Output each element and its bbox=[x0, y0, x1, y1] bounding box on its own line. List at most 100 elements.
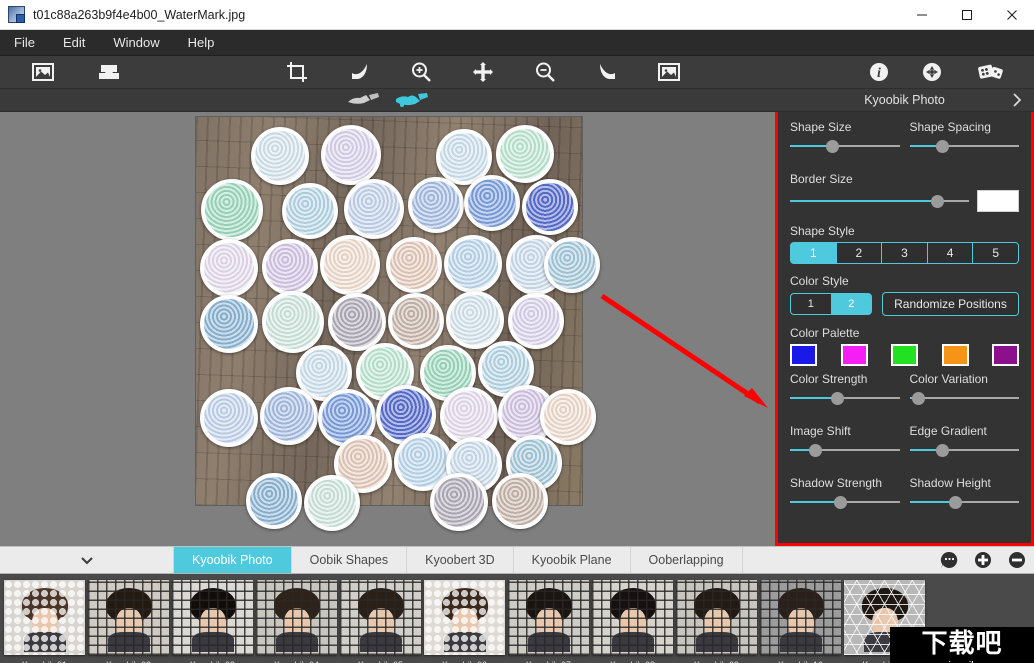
slider-knob[interactable] bbox=[912, 392, 926, 405]
list-item[interactable]: Kyoobik-06 bbox=[424, 580, 505, 663]
grid-pattern-overlay bbox=[676, 580, 757, 655]
shape-style-option-3[interactable]: 3 bbox=[881, 242, 927, 264]
color-palette-row bbox=[790, 344, 1019, 366]
tab-ooberlapping[interactable]: Ooberlapping bbox=[631, 547, 743, 573]
shape-style-option-5[interactable]: 5 bbox=[972, 242, 1019, 264]
image-shift-edge-gradient-group: Image Shift Edge Gradient bbox=[790, 424, 1019, 468]
slider-knob[interactable] bbox=[936, 444, 950, 457]
shadow-height-group: Shadow Height bbox=[909, 476, 1019, 520]
palette-color-3[interactable] bbox=[891, 344, 918, 366]
photo-circle bbox=[430, 473, 488, 531]
shape-spacing-slider[interactable] bbox=[909, 138, 1019, 154]
fit-image-icon[interactable] bbox=[654, 57, 684, 87]
thumbnail-image[interactable] bbox=[676, 580, 757, 655]
redo-icon[interactable] bbox=[593, 57, 623, 87]
pan-move-icon[interactable] bbox=[468, 57, 498, 87]
brush-stroke-cyan-icon[interactable] bbox=[394, 92, 430, 114]
shape-spacing-group: Shape Spacing bbox=[909, 120, 1019, 164]
menu-item-file[interactable]: File bbox=[0, 30, 49, 56]
tab-kyoobik-plane[interactable]: Kyoobik Plane bbox=[514, 547, 631, 573]
list-item[interactable]: Kyoobik-01 bbox=[4, 580, 85, 663]
close-button[interactable] bbox=[989, 0, 1034, 30]
thumbnail-image[interactable] bbox=[256, 580, 337, 655]
photo-circle bbox=[260, 387, 318, 445]
shape-style-option-4[interactable]: 4 bbox=[926, 242, 973, 264]
slider-knob[interactable] bbox=[930, 195, 944, 208]
palette-color-1[interactable] bbox=[790, 344, 817, 366]
tab-kyoobik-photo[interactable]: Kyoobik Photo bbox=[174, 547, 292, 573]
border-size-slider[interactable] bbox=[790, 193, 969, 209]
image-canvas[interactable] bbox=[0, 112, 775, 546]
thumbnail-image[interactable] bbox=[4, 580, 85, 655]
effects-icon[interactable] bbox=[976, 57, 1006, 87]
list-item[interactable]: Kyoobik-04 bbox=[256, 580, 337, 663]
shape-size-slider[interactable] bbox=[790, 138, 900, 154]
shadow-strength-slider[interactable] bbox=[790, 494, 900, 510]
settings-icon[interactable] bbox=[917, 57, 947, 87]
tab-oobik-shapes[interactable]: Oobik Shapes bbox=[292, 547, 408, 573]
menu-item-help[interactable]: Help bbox=[174, 30, 229, 56]
photo-circle bbox=[304, 475, 360, 531]
shadow-height-slider[interactable] bbox=[909, 494, 1019, 510]
photo-circle bbox=[201, 179, 263, 241]
list-item[interactable]: Kyoobik-07 bbox=[508, 580, 589, 663]
edge-gradient-slider[interactable] bbox=[909, 442, 1019, 458]
palette-color-5[interactable] bbox=[992, 344, 1019, 366]
photo-circle bbox=[544, 237, 600, 293]
open-image-icon[interactable] bbox=[28, 57, 58, 87]
save-image-icon[interactable] bbox=[94, 57, 124, 87]
list-item[interactable]: Kyoobik-09 bbox=[676, 580, 757, 663]
menu-item-window[interactable]: Window bbox=[99, 30, 173, 56]
slider-knob[interactable] bbox=[831, 392, 845, 405]
color-style-option-1[interactable]: 1 bbox=[790, 293, 831, 315]
list-item[interactable]: Kyoobik-08 bbox=[592, 580, 673, 663]
thumbnail-image[interactable] bbox=[172, 580, 253, 655]
minimize-button[interactable] bbox=[899, 0, 944, 30]
preset-thumbnail-strip[interactable]: Kyoobik-01Kyoobik-02Kyoobik-03Kyoobik-04… bbox=[0, 574, 1034, 663]
menu-item-edit[interactable]: Edit bbox=[49, 30, 99, 56]
thumbnail-image[interactable] bbox=[592, 580, 673, 655]
thumbnail-image[interactable] bbox=[424, 580, 505, 655]
grid-pattern-overlay bbox=[340, 580, 421, 655]
undo-icon[interactable] bbox=[344, 57, 374, 87]
tab-kyoobert-3d[interactable]: Kyoobert 3D bbox=[407, 547, 514, 573]
shape-style-option-1[interactable]: 1 bbox=[790, 242, 836, 264]
brush-stroke-gray-icon[interactable] bbox=[346, 92, 382, 114]
palette-color-2[interactable] bbox=[840, 344, 868, 366]
slider-knob[interactable] bbox=[809, 444, 823, 457]
photo-circle bbox=[540, 389, 596, 445]
photo-circle bbox=[464, 175, 520, 231]
color-strength-variation-group: Color Strength Color Variation bbox=[790, 372, 1019, 416]
image-shift-slider[interactable] bbox=[790, 442, 900, 458]
zoom-in-icon[interactable] bbox=[406, 57, 436, 87]
dot-pattern-overlay bbox=[4, 580, 85, 655]
crop-icon[interactable] bbox=[282, 57, 312, 87]
info-icon[interactable]: i bbox=[864, 57, 894, 87]
add-preset-icon[interactable] bbox=[966, 547, 1000, 573]
randomize-positions-button[interactable]: Randomize Positions bbox=[882, 292, 1019, 316]
thumbnail-image[interactable] bbox=[88, 580, 169, 655]
thumbnail-image[interactable] bbox=[508, 580, 589, 655]
thumbnail-image[interactable] bbox=[760, 580, 841, 655]
random-preset-icon[interactable] bbox=[932, 547, 966, 573]
zoom-out-icon[interactable] bbox=[530, 57, 560, 87]
chevron-down-icon[interactable] bbox=[0, 547, 174, 573]
slider-knob[interactable] bbox=[949, 496, 963, 509]
color-variation-slider[interactable] bbox=[909, 390, 1019, 406]
slider-knob[interactable] bbox=[825, 140, 839, 153]
list-item[interactable]: Kyoobik-05 bbox=[340, 580, 421, 663]
border-color-swatch[interactable] bbox=[977, 190, 1019, 212]
slider-fill bbox=[790, 200, 937, 202]
list-item[interactable]: Kyoobik-02 bbox=[88, 580, 169, 663]
slider-knob[interactable] bbox=[936, 140, 950, 153]
remove-preset-icon[interactable] bbox=[1000, 547, 1034, 573]
color-style-option-2[interactable]: 2 bbox=[830, 293, 872, 315]
palette-color-4[interactable] bbox=[941, 344, 969, 366]
list-item[interactable]: Kyoobik-03 bbox=[172, 580, 253, 663]
maximize-button[interactable] bbox=[944, 0, 989, 30]
list-item[interactable]: Kyoobik-10 bbox=[760, 580, 841, 663]
shape-style-option-2[interactable]: 2 bbox=[835, 242, 882, 264]
slider-knob[interactable] bbox=[834, 496, 848, 509]
color-strength-slider[interactable] bbox=[790, 390, 900, 406]
thumbnail-image[interactable] bbox=[340, 580, 421, 655]
